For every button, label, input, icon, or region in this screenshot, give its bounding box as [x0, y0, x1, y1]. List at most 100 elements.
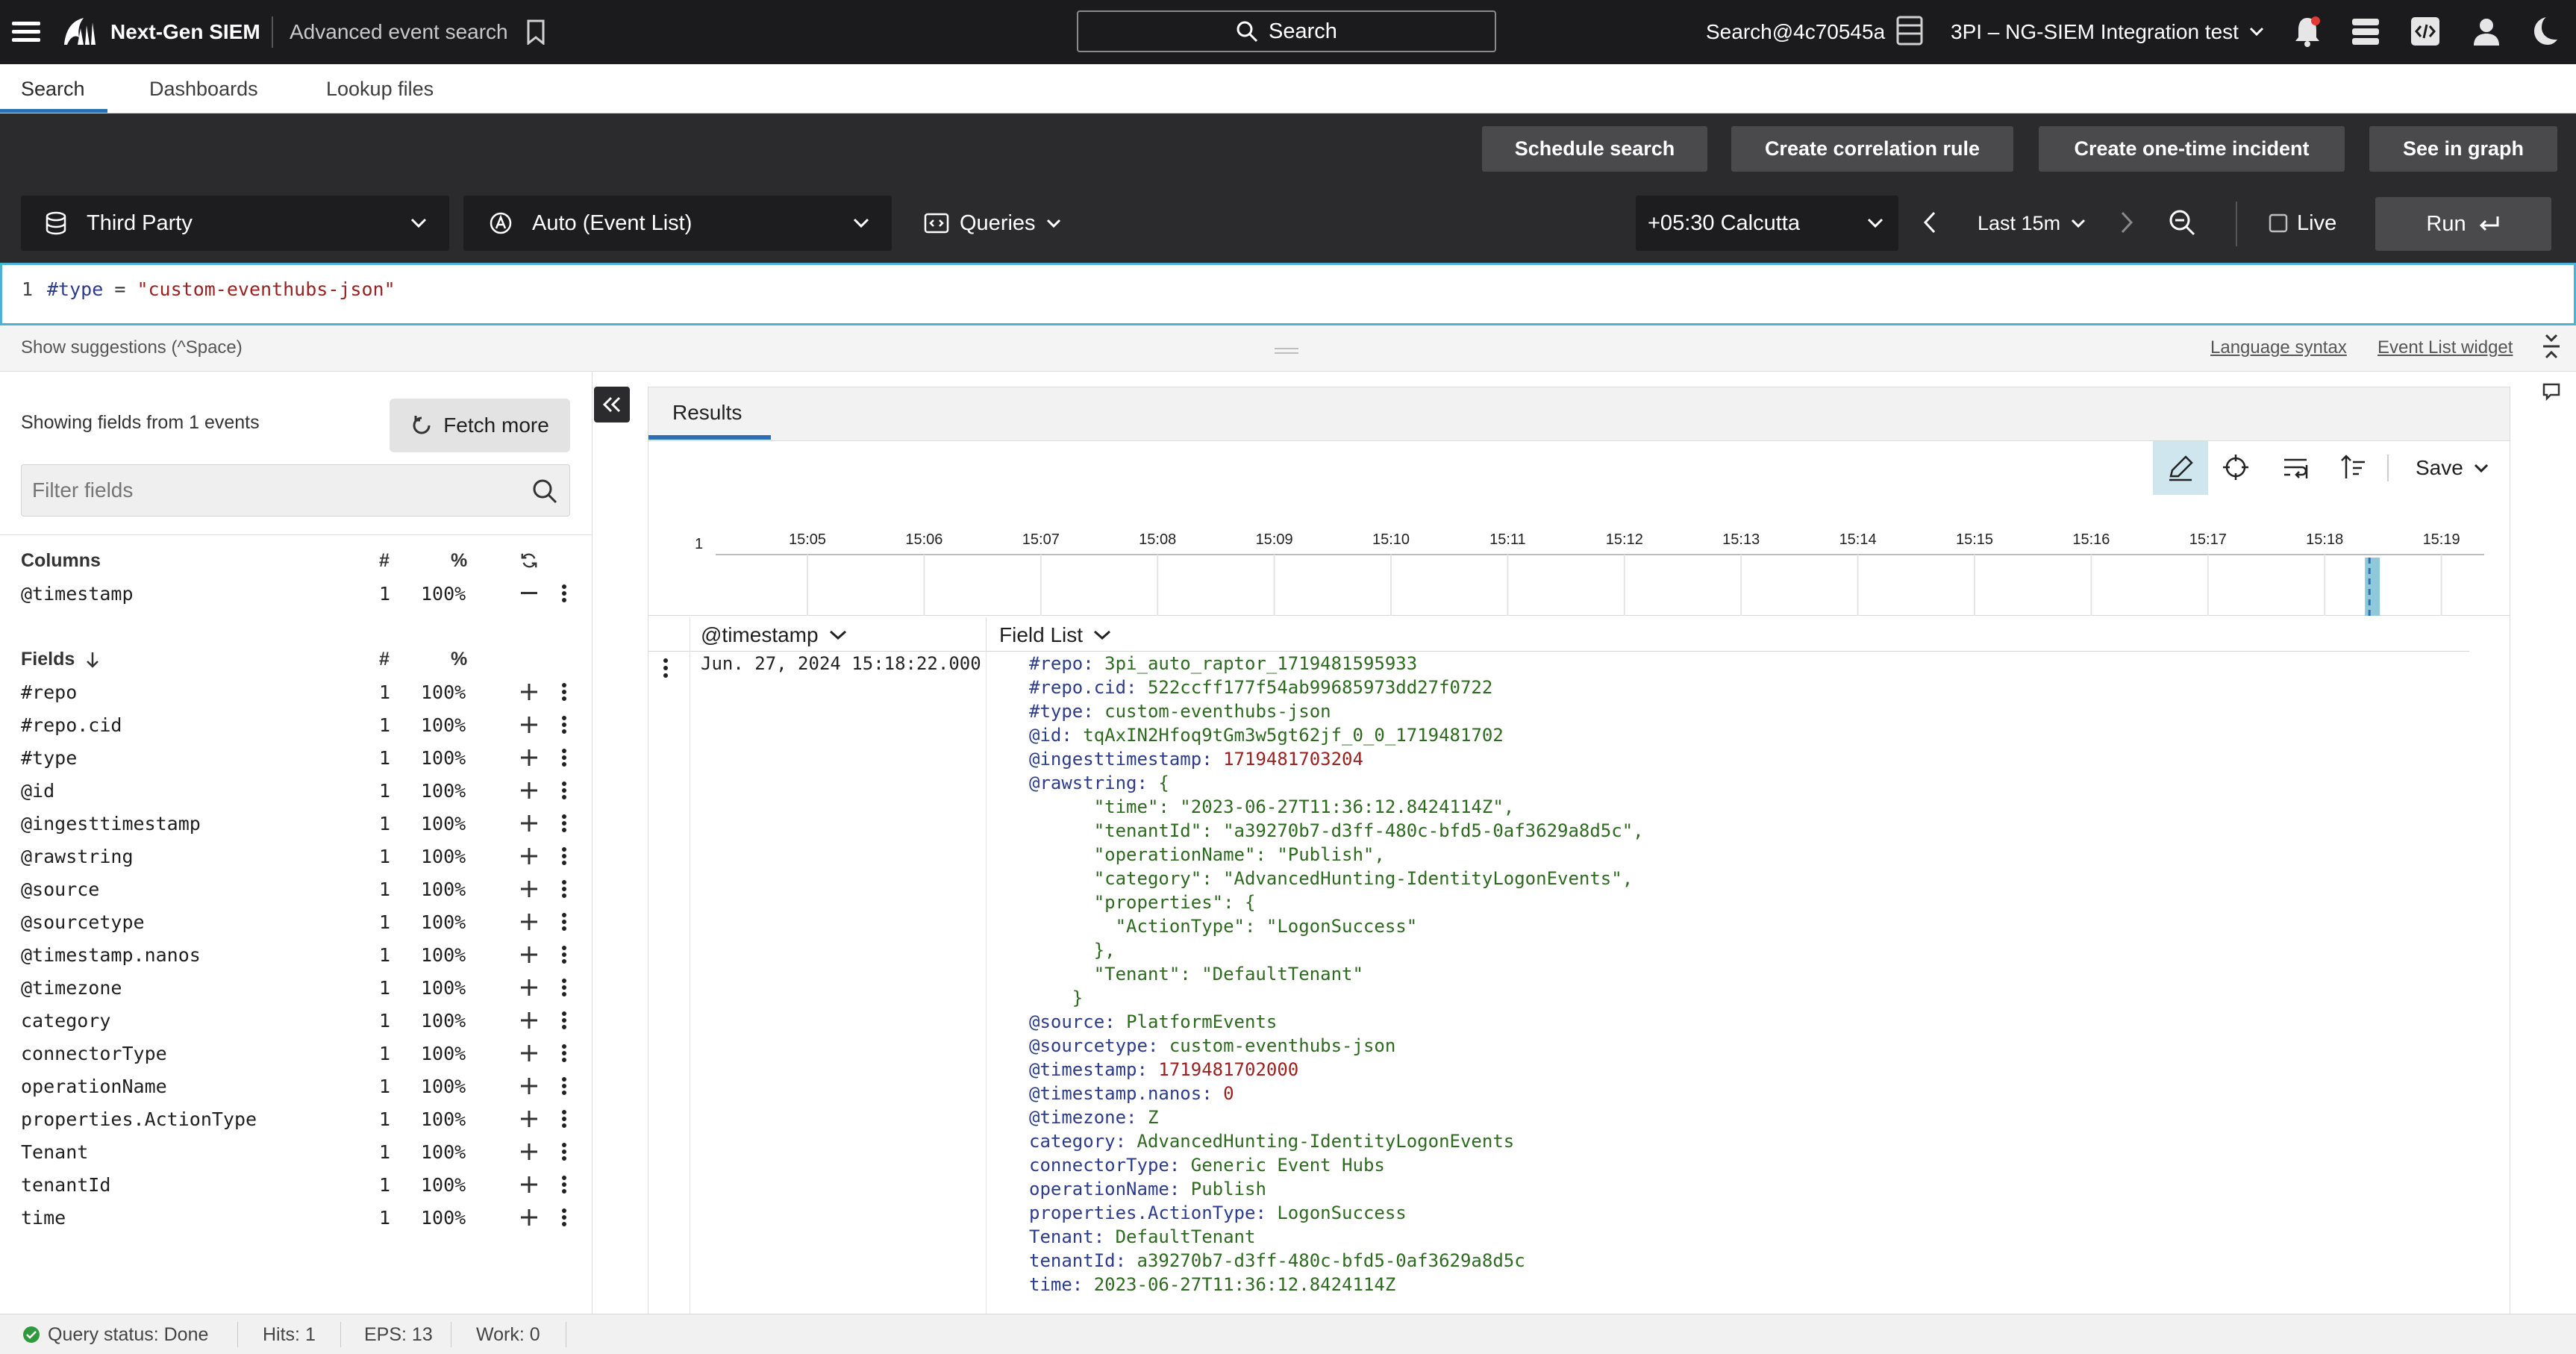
event-field-line[interactable]: connectorType: Generic Event Hubs: [1029, 1155, 1385, 1176]
event-field-line[interactable]: #type: custom-eventhubs-json: [1029, 701, 1331, 722]
more-options-icon[interactable]: [555, 1042, 573, 1064]
field-row[interactable]: #type 1 100%: [0, 741, 593, 774]
tab-search[interactable]: Search: [21, 64, 85, 113]
user-search-domain[interactable]: Search@4c70545a: [1706, 0, 1885, 64]
add-column-icon[interactable]: [520, 814, 538, 832]
repository-selector[interactable]: Third Party: [21, 196, 449, 251]
collapse-fields-panel-button[interactable]: [594, 387, 630, 422]
sort-order-icon[interactable]: [2339, 453, 2368, 481]
add-column-icon[interactable]: [520, 1208, 538, 1226]
dark-mode-icon[interactable]: [2530, 15, 2560, 48]
reset-columns-icon[interactable]: [520, 552, 538, 570]
column-header-field-list[interactable]: Field List: [999, 623, 1111, 647]
more-options-icon[interactable]: [555, 1009, 573, 1032]
field-row[interactable]: @ingesttimestamp 1 100%: [0, 807, 593, 840]
more-options-icon[interactable]: [555, 681, 573, 703]
field-row[interactable]: @timezone 1 100%: [0, 971, 593, 1004]
field-row[interactable]: time 1 100%: [0, 1201, 593, 1234]
resize-handle-icon[interactable]: [1275, 348, 1298, 354]
event-field-line[interactable]: properties.ActionType: LogonSuccess: [1029, 1202, 1407, 1223]
event-field-line[interactable]: Tenant: DefaultTenant: [1029, 1226, 1255, 1247]
event-list-widget-link[interactable]: Event List widget: [2378, 337, 2513, 358]
field-row[interactable]: @rawstring 1 100%: [0, 840, 593, 873]
add-column-icon[interactable]: [520, 880, 538, 898]
time-back-icon[interactable]: [1922, 210, 1937, 234]
search-icon[interactable]: [532, 478, 557, 504]
timeline-chart[interactable]: 1 15:05 15:06 15:07 15:08 15:09 15:10 15:11 15:1…: [648, 495, 2510, 616]
more-options-icon[interactable]: [555, 1141, 573, 1163]
field-row[interactable]: @sourcetype 1 100%: [0, 905, 593, 938]
show-suggestions-hint[interactable]: Show suggestions (^Space): [21, 337, 243, 358]
event-timeline[interactable]: Save 1 15:05 15:06 15:07 15:08 15:09 15:10 15:1…: [648, 441, 2510, 616]
more-options-icon[interactable]: [555, 714, 573, 736]
add-column-icon[interactable]: [520, 979, 538, 996]
more-options-icon[interactable]: [555, 943, 573, 966]
field-row[interactable]: tenantId 1 100%: [0, 1168, 593, 1201]
zoom-out-icon[interactable]: [2169, 209, 2195, 236]
language-syntax-link[interactable]: Language syntax: [2210, 337, 2347, 358]
more-options-icon[interactable]: [555, 779, 573, 802]
field-row[interactable]: #repo 1 100%: [0, 676, 593, 708]
add-column-icon[interactable]: [520, 1077, 538, 1095]
field-row[interactable]: category 1 100%: [0, 1004, 593, 1037]
remove-column-icon[interactable]: [520, 584, 538, 602]
bookmark-icon[interactable]: [525, 19, 546, 45]
more-options-icon[interactable]: [555, 1075, 573, 1097]
more-options-icon[interactable]: [555, 1206, 573, 1229]
more-options-icon[interactable]: [555, 845, 573, 867]
event-field-line[interactable]: #repo.cid: 522ccff177f54ab99685973dd27f0…: [1029, 677, 1492, 698]
tab-lookup-files[interactable]: Lookup files: [326, 64, 434, 113]
event-field-line[interactable]: operationName: Publish: [1029, 1179, 1266, 1199]
event-timestamp[interactable]: Jun. 27, 2024 15:18:22.000: [701, 653, 981, 674]
comment-icon[interactable]: [2542, 382, 2561, 402]
column-header-timestamp[interactable]: @timestamp: [701, 623, 847, 647]
hamburger-menu-icon[interactable]: [10, 16, 42, 48]
column-row[interactable]: @timestamp 1 100%: [0, 577, 593, 610]
add-column-icon[interactable]: [520, 716, 538, 734]
create-correlation-rule-button[interactable]: Create correlation rule: [1731, 126, 2013, 172]
filter-fields-input[interactable]: [21, 464, 570, 517]
more-options-icon[interactable]: [555, 976, 573, 999]
collapse-editor-icon[interactable]: [2540, 333, 2563, 360]
field-row[interactable]: Tenant 1 100%: [0, 1135, 593, 1168]
document-list-icon[interactable]: [1895, 15, 1924, 46]
event-field-line[interactable]: @rawstring: {: [1029, 773, 1169, 793]
user-avatar-icon[interactable]: [2472, 16, 2501, 46]
time-range-selector[interactable]: Last 15m: [1978, 196, 2086, 251]
tenant-selector[interactable]: 3PI – NG-SIEM Integration test: [1951, 0, 2264, 64]
more-options-icon[interactable]: [555, 812, 573, 834]
format-icon[interactable]: [2153, 441, 2208, 495]
timezone-selector[interactable]: +05:30 Calcutta: [1636, 196, 1898, 251]
schedule-search-button[interactable]: Schedule search: [1482, 126, 1707, 172]
field-row[interactable]: connectorType 1 100%: [0, 1037, 593, 1070]
timeline-event-bar[interactable]: [2365, 558, 2380, 616]
field-row[interactable]: @id 1 100%: [0, 774, 593, 807]
event-field-line[interactable]: time: 2023-06-27T11:36:12.8424114Z: [1029, 1274, 1395, 1295]
app-name[interactable]: Next-Gen SIEM: [110, 0, 260, 64]
add-column-icon[interactable]: [520, 1143, 538, 1161]
global-search-button[interactable]: Search: [1077, 10, 1496, 52]
see-in-graph-button[interactable]: See in graph: [2369, 126, 2557, 172]
more-options-icon[interactable]: [555, 911, 573, 933]
event-field-line[interactable]: @timestamp: 1719481702000: [1029, 1059, 1298, 1080]
notification-bell-icon[interactable]: [2292, 15, 2322, 48]
live-checkbox[interactable]: [2269, 213, 2288, 233]
time-forward-icon[interactable]: [2119, 210, 2134, 234]
queries-menu[interactable]: Queries: [924, 196, 1061, 251]
more-options-icon[interactable]: [555, 746, 573, 769]
view-mode-selector[interactable]: Auto (Event List): [463, 196, 892, 251]
add-column-icon[interactable]: [520, 946, 538, 964]
add-column-icon[interactable]: [520, 781, 538, 799]
add-column-icon[interactable]: [520, 1176, 538, 1194]
add-column-icon[interactable]: [520, 847, 538, 865]
add-column-icon[interactable]: [520, 1011, 538, 1029]
more-options-icon[interactable]: [555, 878, 573, 900]
event-row-menu-icon[interactable]: [662, 658, 669, 680]
query-text[interactable]: #type = "custom-eventhubs-json": [47, 278, 396, 300]
stacked-servers-icon[interactable]: [2351, 16, 2380, 46]
create-incident-button[interactable]: Create one-time incident: [2039, 126, 2345, 172]
wrap-lines-icon[interactable]: [2281, 453, 2310, 481]
add-column-icon[interactable]: [520, 749, 538, 767]
event-field-line[interactable]: @sourcetype: custom-eventhubs-json: [1029, 1035, 1395, 1056]
fetch-more-button[interactable]: Fetch more: [390, 399, 570, 452]
